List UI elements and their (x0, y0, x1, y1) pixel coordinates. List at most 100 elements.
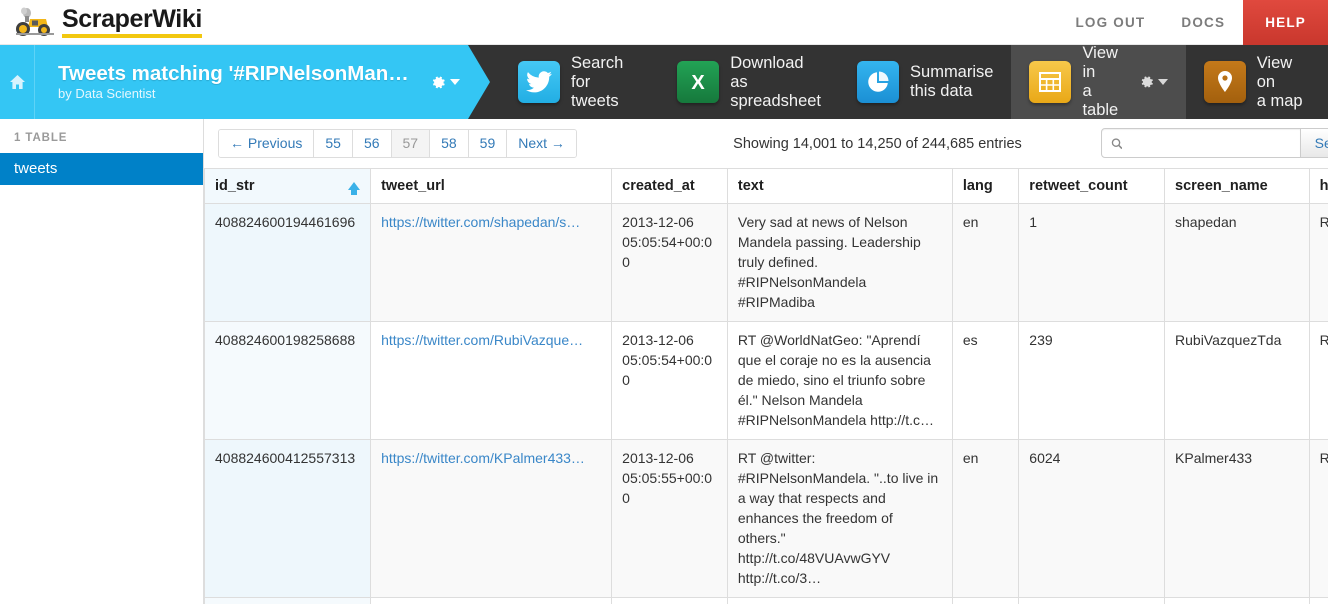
steamroller-icon (16, 7, 54, 36)
tool-download-as-spreadsheet[interactable]: X Download as spreadsheet (659, 45, 839, 119)
cell-created_at: 2013-12-06 (611, 597, 728, 604)
tool-label: View in a table (1082, 45, 1119, 119)
help-button[interactable]: HELP (1243, 0, 1328, 45)
home-icon (9, 75, 25, 89)
dataset-banner[interactable]: Tweets matching '#RIPNelsonMan… by Data … (35, 45, 490, 119)
tweet-url-link[interactable]: https://twitter.com/shapedan/s… (381, 212, 601, 232)
column-header-text[interactable]: text (726, 168, 953, 204)
cell-created_at: 2013-12-06 05:05:55+00:00 (611, 439, 728, 598)
column-header-id_str[interactable]: id_str (204, 168, 372, 204)
pagination-page-56[interactable]: 56 (352, 130, 392, 157)
tweet-url-link[interactable]: https://twitter.com/RubiVazque… (381, 330, 601, 350)
cell-lang: en (951, 439, 1020, 598)
top-bar: ScraperWiki LOG OUT DOCS HELP (0, 0, 1328, 45)
tool-view-on-a-map[interactable]: View on a map (1186, 45, 1328, 119)
table-controls: ← Previous 55 56 57 58 59 Next → Showing… (204, 119, 1328, 168)
logout-link[interactable]: LOG OUT (1057, 0, 1163, 45)
sidebar: 1 TABLE tweets (0, 119, 204, 604)
svg-text:X: X (692, 72, 706, 94)
dataset-title: Tweets matching '#RIPNelsonMan… (58, 61, 409, 85)
table-header: id_str tweet_url created_at text lang re… (204, 168, 1328, 204)
docs-link[interactable]: DOCS (1163, 0, 1243, 45)
cell-retweet_count: 1 (1018, 203, 1166, 322)
search-icon (1111, 137, 1123, 149)
cell-tweet_url[interactable]: https://twitter.com/FathyahZah… (370, 597, 613, 604)
cell-screen_name: shapedan (1164, 203, 1310, 322)
table-row[interactable]: 408824600412557313 https://twitter.com/K… (204, 439, 1328, 598)
cell-text: RT @WorldNatGeo: "Aprendí que el coraje … (726, 321, 953, 440)
search-box[interactable] (1100, 128, 1301, 158)
cell-tweet_url[interactable]: https://twitter.com/shapedan/s… (370, 203, 613, 322)
cell-hashtags: RIPNelsonMan (1308, 321, 1328, 440)
pagination-page-58[interactable]: 58 (430, 130, 469, 157)
cell-text: RT @twitter: #RIPNelsonMandela. "..to li… (726, 439, 953, 598)
search-button[interactable]: Search (1300, 128, 1328, 158)
tool-view-in-a-table[interactable]: View in a table (1011, 45, 1186, 119)
search-input[interactable] (1128, 134, 1300, 152)
brand-name: ScraperWiki (62, 6, 202, 38)
table-content: ← Previous 55 56 57 58 59 Next → Showing… (204, 119, 1328, 604)
column-header-lang[interactable]: lang (951, 168, 1020, 204)
gear-icon (1141, 76, 1153, 88)
column-header-created_at[interactable]: created_at (611, 168, 728, 204)
cell-tweet_url[interactable]: https://twitter.com/KPalmer433… (370, 439, 613, 598)
cell-created_at: 2013-12-06 05:05:54+00:00 (611, 321, 728, 440)
chevron-down-icon (1157, 79, 1168, 85)
twitter-bird-icon (518, 61, 560, 103)
tool-summarise-this-data[interactable]: Summarise this data (839, 45, 1011, 119)
column-header-retweet_count[interactable]: retweet_count (1018, 168, 1166, 204)
cell-retweet_count: 0 (1018, 597, 1166, 604)
map-pin-icon (1203, 61, 1246, 103)
tool-buttons: Search for tweets X Download as spreadsh… (500, 45, 1328, 119)
table-settings-button[interactable] (1139, 74, 1168, 90)
column-header-tweet_url[interactable]: tweet_url (370, 168, 613, 204)
cell-id_str: 408824600194461696 (204, 203, 372, 322)
search-group: Search (1100, 128, 1328, 158)
pagination-previous[interactable]: ← Previous (219, 130, 315, 157)
dataset-settings-button[interactable] (430, 74, 460, 91)
cell-lang: es (951, 321, 1020, 440)
excel-x-icon: X (677, 61, 720, 103)
table-scroll-area: id_str tweet_url created_at text lang re… (204, 168, 1328, 604)
column-label: id_str (215, 178, 255, 194)
sidebar-heading: 1 TABLE (14, 132, 68, 144)
cell-tweet_url[interactable]: https://twitter.com/RubiVazque… (370, 321, 613, 440)
tweet-url-link[interactable]: https://twitter.com/KPalmer433… (381, 448, 601, 468)
brand-logo[interactable]: ScraperWiki (14, 0, 202, 45)
pagination-page-57[interactable]: 57 (391, 130, 431, 157)
cell-lang: vi (951, 597, 1020, 604)
cell-text: #RIPNelsonMandela :"( (726, 597, 953, 604)
cell-hashtags: RIPNelsonMan (1308, 439, 1328, 598)
cell-created_at: 2013-12-06 05:05:54+00:00 (611, 203, 728, 322)
pie-chart-icon (857, 61, 900, 103)
table-body: 408824600194461696 https://twitter.com/s… (204, 203, 1328, 604)
pagination-page-59[interactable]: 59 (468, 130, 508, 157)
sidebar-item-tweets[interactable]: tweets (0, 153, 203, 185)
home-button[interactable] (0, 45, 35, 119)
dataset-toolbar: Tweets matching '#RIPNelsonMan… by Data … (0, 45, 1328, 119)
tool-label: Summarise this data (910, 63, 994, 100)
cell-text: Very sad at news of Nelson Mandela passi… (726, 203, 953, 322)
column-header-screen_name[interactable]: screen_name (1164, 168, 1310, 204)
cell-retweet_count: 239 (1018, 321, 1166, 440)
tool-label: Search for tweets (571, 53, 624, 110)
table-row[interactable]: 408824600198258688 https://twitter.com/R… (204, 321, 1328, 440)
tool-label: View on a map (1256, 53, 1303, 110)
cell-screen_name: KPalmer433 (1164, 439, 1310, 598)
pagination-next[interactable]: Next → (507, 130, 576, 157)
cell-id_str: 408824600634458112 (204, 597, 372, 604)
tool-search-for-tweets[interactable]: Search for tweets (500, 45, 659, 119)
column-header-hashtags[interactable]: hashtags (1308, 168, 1328, 204)
pagination-page-55[interactable]: 55 (314, 130, 353, 157)
table-row[interactable]: 408824600634458112 https://twitter.com/F… (204, 597, 1328, 604)
pagination: ← Previous 55 56 57 58 59 Next → (218, 129, 577, 158)
chevron-down-icon (450, 79, 460, 85)
cell-hashtags: RIPNelsonMan (1308, 597, 1328, 604)
page-body: 1 TABLE tweets ← Previous 55 56 57 58 59… (0, 119, 1328, 604)
table-row[interactable]: 408824600194461696 https://twitter.com/s… (204, 203, 1328, 322)
cell-id_str: 408824600198258688 (204, 321, 372, 440)
top-nav: LOG OUT DOCS HELP (1057, 0, 1328, 45)
sort-ascending-icon (348, 182, 361, 195)
cell-retweet_count: 6024 (1018, 439, 1166, 598)
cell-screen_name: RubiVazquezTda (1164, 321, 1310, 440)
